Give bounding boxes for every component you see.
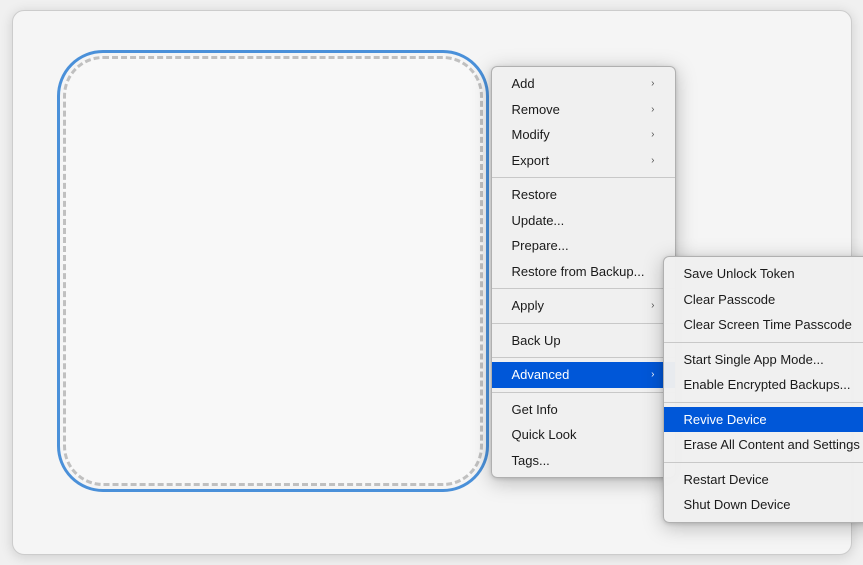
submenu-item-shutdown[interactable]: Shut Down Device: [664, 492, 863, 518]
submenu-separator: [664, 402, 863, 403]
submenu-item-save_unlock[interactable]: Save Unlock Token: [664, 261, 863, 287]
menu-item-label: Apply: [512, 296, 545, 316]
submenu-arrow-icon: ›: [651, 127, 654, 142]
main-window: Add › Remove › Modify › Export › Restore Update..…: [12, 10, 852, 555]
menu-item-label: Restore from Backup...: [512, 262, 645, 282]
menu-item-label: Add: [512, 74, 535, 94]
submenu-item-label: Enable Encrypted Backups...: [684, 375, 851, 395]
menu-item-label: Advanced: [512, 365, 570, 385]
menu-item-label: Update...: [512, 211, 565, 231]
menu-separator: [492, 357, 675, 358]
menu-item-label: Tags...: [512, 451, 550, 471]
advanced-submenu: Save Unlock Token Clear Passcode Clear Scr…: [663, 256, 863, 523]
submenu-item-label: Clear Passcode: [684, 290, 776, 310]
submenu-item-clear_passcode[interactable]: Clear Passcode: [664, 287, 863, 313]
menu-item-get_info[interactable]: Get Info: [492, 397, 675, 423]
menu-item-label: Prepare...: [512, 236, 569, 256]
menu-item-label: Quick Look: [512, 425, 577, 445]
submenu-item-erase[interactable]: Erase All Content and Settings: [664, 432, 863, 458]
submenu-item-revive[interactable]: Revive Device: [664, 407, 863, 433]
menu-item-label: Restore: [512, 185, 558, 205]
menu-item-label: Export: [512, 151, 550, 171]
menu-item-modify[interactable]: Modify ›: [492, 122, 675, 148]
menu-separator: [492, 323, 675, 324]
menu-separator: [492, 177, 675, 178]
submenu-arrow-icon: ›: [651, 153, 654, 168]
menu-item-tags[interactable]: Tags...: [492, 448, 675, 474]
submenu-arrow-icon: ›: [651, 367, 654, 382]
submenu-item-label: Clear Screen Time Passcode: [684, 315, 852, 335]
submenu-separator: [664, 462, 863, 463]
submenu-item-encrypted_backups[interactable]: Enable Encrypted Backups...: [664, 372, 863, 398]
submenu-item-single_app[interactable]: Start Single App Mode...: [664, 347, 863, 373]
submenu-item-restart[interactable]: Restart Device: [664, 467, 863, 493]
menu-item-label: Modify: [512, 125, 550, 145]
menu-item-label: Back Up: [512, 331, 561, 351]
menu-item-back_up[interactable]: Back Up: [492, 328, 675, 354]
menu-separator: [492, 392, 675, 393]
submenu-item-label: Start Single App Mode...: [684, 350, 824, 370]
menu-item-advanced[interactable]: Advanced ›: [492, 362, 675, 388]
menu-item-quick_look[interactable]: Quick Look: [492, 422, 675, 448]
submenu-item-label: Shut Down Device: [684, 495, 791, 515]
menu-item-prepare[interactable]: Prepare...: [492, 233, 675, 259]
menu-item-apply[interactable]: Apply ›: [492, 293, 675, 319]
device-box: [63, 56, 483, 486]
submenu-arrow-icon: ›: [651, 102, 654, 117]
menu-item-restore_backup[interactable]: Restore from Backup...: [492, 259, 675, 285]
submenu-item-label: Save Unlock Token: [684, 264, 795, 284]
submenu-separator: [664, 342, 863, 343]
menu-item-label: Get Info: [512, 400, 558, 420]
primary-context-menu: Add › Remove › Modify › Export › Restore Update..…: [491, 66, 676, 478]
submenu-item-label: Revive Device: [684, 410, 767, 430]
menu-item-update[interactable]: Update...: [492, 208, 675, 234]
menu-item-add[interactable]: Add ›: [492, 71, 675, 97]
submenu-arrow-icon: ›: [651, 298, 654, 313]
menu-item-restore[interactable]: Restore: [492, 182, 675, 208]
menu-item-export[interactable]: Export ›: [492, 148, 675, 174]
menu-item-remove[interactable]: Remove ›: [492, 97, 675, 123]
submenu-item-clear_screen_time[interactable]: Clear Screen Time Passcode: [664, 312, 863, 338]
submenu-item-label: Erase All Content and Settings: [684, 435, 860, 455]
menu-item-label: Remove: [512, 100, 560, 120]
submenu-item-label: Restart Device: [684, 470, 769, 490]
menu-separator: [492, 288, 675, 289]
device-area: [43, 31, 503, 521]
submenu-arrow-icon: ›: [651, 76, 654, 91]
